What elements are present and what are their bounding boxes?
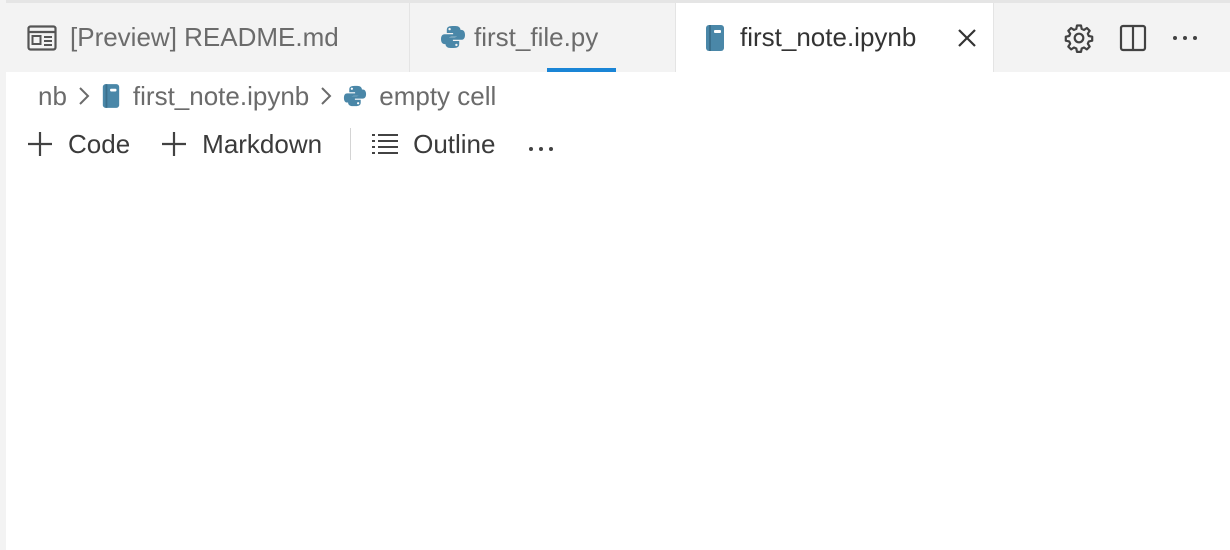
tab-label: first_note.ipynb [740, 22, 917, 52]
notebook-toolbar: Code Markdown Outline [26, 124, 555, 164]
python-icon [343, 84, 367, 108]
tab-first-note-ipynb[interactable]: first_note.ipynb [676, 3, 994, 72]
more-actions-icon[interactable] [1168, 21, 1202, 55]
breadcrumb: nb first_note.ipynb empty cell [38, 78, 496, 114]
split-editor-icon[interactable] [1116, 21, 1150, 55]
outline-label: Outline [413, 128, 496, 159]
python-icon [440, 24, 466, 50]
gear-icon[interactable] [1062, 21, 1096, 55]
breadcrumb-label: nb [38, 80, 67, 111]
plus-icon [26, 130, 54, 158]
breadcrumb-label: first_note.ipynb [132, 80, 310, 111]
plus-icon [160, 130, 188, 158]
preview-icon [27, 25, 57, 51]
tab-label: first_file.py [474, 22, 599, 52]
tab-modified-indicator [547, 68, 616, 72]
outline-button[interactable]: Outline [371, 129, 495, 160]
more-actions-icon [527, 129, 555, 160]
add-markdown-label: Markdown [202, 128, 323, 159]
list-outline-icon [371, 132, 399, 156]
toolbar-more-button[interactable] [527, 129, 555, 160]
toolbar-divider [350, 128, 352, 160]
add-code-label: Code [68, 128, 131, 159]
add-code-cell-button[interactable]: Code [26, 129, 130, 160]
notebook-icon [101, 83, 121, 109]
tab-first-file-py[interactable]: first_file.py [410, 3, 676, 72]
close-icon[interactable] [954, 25, 980, 51]
notebook-editor-area[interactable] [6, 170, 1230, 550]
notebook-icon [704, 24, 726, 52]
tab-readme-preview[interactable]: [Preview] README.md [6, 3, 410, 72]
editor-tab-bar: [Preview] README.md first_file.py first_… [6, 3, 1230, 72]
breadcrumb-label: empty cell [379, 80, 497, 111]
breadcrumb-item-notebook[interactable]: first_note.ipynb [101, 81, 309, 112]
tab-label: [Preview] README.md [70, 22, 339, 52]
chevron-right-icon [67, 81, 101, 111]
chevron-right-icon [309, 81, 343, 111]
add-markdown-cell-button[interactable]: Markdown [160, 129, 322, 160]
breadcrumb-item-nb[interactable]: nb [38, 81, 67, 112]
breadcrumb-item-cell[interactable]: empty cell [343, 81, 496, 112]
